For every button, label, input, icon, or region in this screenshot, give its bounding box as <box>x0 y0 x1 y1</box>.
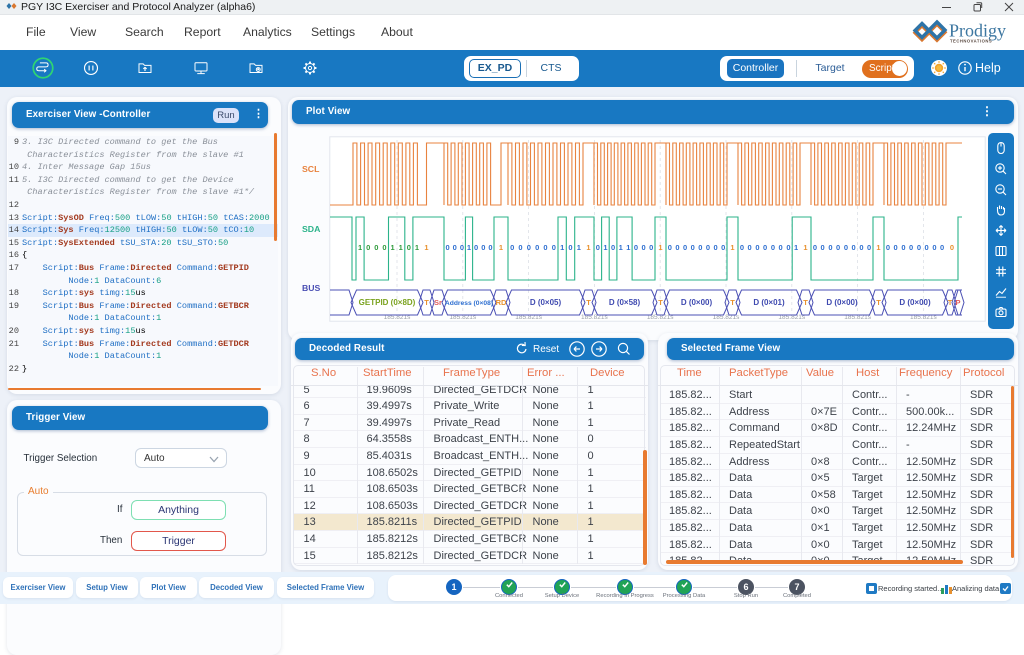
svg-text:D (0×00): D (0×00) <box>826 298 858 307</box>
svg-text:0: 0 <box>786 243 790 252</box>
svg-text:0: 0 <box>527 243 531 252</box>
svg-text:0: 0 <box>518 243 522 252</box>
svg-text:D (0×01): D (0×01) <box>753 298 785 307</box>
svg-text:0: 0 <box>552 243 556 252</box>
svg-text:1: 1 <box>658 243 662 252</box>
svg-text:0: 0 <box>691 243 695 252</box>
svg-text:D (0×00): D (0×00) <box>681 298 713 307</box>
svg-text:0: 0 <box>894 243 898 252</box>
svg-text:Reset: Reset <box>533 344 559 355</box>
svg-text:0: 0 <box>634 243 638 252</box>
svg-text:0: 0 <box>535 243 539 252</box>
svg-text:0: 0 <box>909 243 913 252</box>
svg-text:0: 0 <box>649 243 653 252</box>
svg-text:Address (0×08): Address (0×08) <box>445 300 493 307</box>
svg-text:0: 0 <box>568 243 572 252</box>
svg-text:0: 0 <box>668 243 672 252</box>
svg-text:0: 0 <box>748 243 752 252</box>
svg-text:Prodigy: Prodigy <box>949 21 1006 41</box>
svg-text:1: 1 <box>577 243 581 252</box>
svg-text:0: 0 <box>407 243 411 252</box>
svg-text:RD: RD <box>496 298 507 307</box>
svg-text:GETPID (0×8D): GETPID (0×8D) <box>359 298 416 307</box>
svg-text:0: 0 <box>925 243 929 252</box>
svg-text:0: 0 <box>755 243 759 252</box>
svg-text:0: 0 <box>596 243 600 252</box>
svg-text:0: 0 <box>771 243 775 252</box>
svg-text:0: 0 <box>940 243 944 252</box>
svg-text:1: 1 <box>626 243 630 252</box>
svg-text:1: 1 <box>358 243 362 252</box>
svg-text:0: 0 <box>813 243 817 252</box>
svg-text:0: 0 <box>488 243 492 252</box>
svg-text:T: T <box>658 298 663 307</box>
svg-text:0: 0 <box>675 243 679 252</box>
svg-text:0: 0 <box>821 243 825 252</box>
svg-text:1: 1 <box>399 243 403 252</box>
svg-text:0: 0 <box>611 243 615 252</box>
svg-text:1: 1 <box>794 243 798 252</box>
svg-text:T: T <box>586 298 591 307</box>
svg-text:0: 0 <box>836 243 840 252</box>
svg-text:1: 1 <box>803 243 807 252</box>
svg-text:1: 1 <box>619 243 623 252</box>
svg-text:0: 0 <box>481 243 485 252</box>
svg-text:0: 0 <box>867 243 871 252</box>
svg-text:0: 0 <box>453 243 457 252</box>
svg-text:D (0×05): D (0×05) <box>530 298 562 307</box>
svg-text:0: 0 <box>852 243 856 252</box>
svg-text:0: 0 <box>714 243 718 252</box>
svg-text:0: 0 <box>932 243 936 252</box>
svg-text:0: 0 <box>950 243 954 252</box>
svg-text:1: 1 <box>424 243 428 252</box>
svg-text:0: 0 <box>446 243 450 252</box>
svg-text:P: P <box>955 298 960 307</box>
svg-text:1: 1 <box>467 243 471 252</box>
svg-text:1: 1 <box>391 243 395 252</box>
svg-text:T: T <box>730 298 735 307</box>
svg-text:1: 1 <box>415 243 419 252</box>
svg-text:0: 0 <box>510 243 514 252</box>
svg-text:0: 0 <box>763 243 767 252</box>
svg-text:0: 0 <box>721 243 725 252</box>
svg-text:0: 0 <box>740 243 744 252</box>
svg-text:0: 0 <box>474 243 478 252</box>
svg-text:1: 1 <box>730 243 734 252</box>
svg-text:1: 1 <box>603 243 607 252</box>
svg-text:1: 1 <box>876 243 880 252</box>
svg-text:D (0×00): D (0×00) <box>899 298 931 307</box>
svg-text:T: T <box>803 298 808 307</box>
svg-text:D (0×58): D (0×58) <box>609 298 641 307</box>
svg-text:0: 0 <box>366 243 370 252</box>
svg-text:0: 0 <box>706 243 710 252</box>
svg-text:TECHNOVATIONS: TECHNOVATIONS <box>950 39 992 44</box>
svg-text:0: 0 <box>886 243 890 252</box>
svg-text:0: 0 <box>917 243 921 252</box>
svg-text:T: T <box>876 298 881 307</box>
svg-text:0: 0 <box>642 243 646 252</box>
svg-text:0: 0 <box>543 243 547 252</box>
svg-text:0: 0 <box>779 243 783 252</box>
svg-text:0: 0 <box>374 243 378 252</box>
svg-text:1: 1 <box>499 243 503 252</box>
svg-text:0: 0 <box>844 243 848 252</box>
svg-text:0: 0 <box>698 243 702 252</box>
svg-text:0: 0 <box>683 243 687 252</box>
svg-text:0: 0 <box>828 243 832 252</box>
svg-text:1: 1 <box>560 243 564 252</box>
svg-text:Sr: Sr <box>434 298 442 307</box>
svg-text:T: T <box>948 298 953 307</box>
svg-text:0: 0 <box>859 243 863 252</box>
svg-text:0: 0 <box>460 243 464 252</box>
svg-text:0: 0 <box>901 243 905 252</box>
svg-text:1: 1 <box>586 243 590 252</box>
svg-text:0: 0 <box>382 243 386 252</box>
svg-text:T: T <box>424 298 429 307</box>
